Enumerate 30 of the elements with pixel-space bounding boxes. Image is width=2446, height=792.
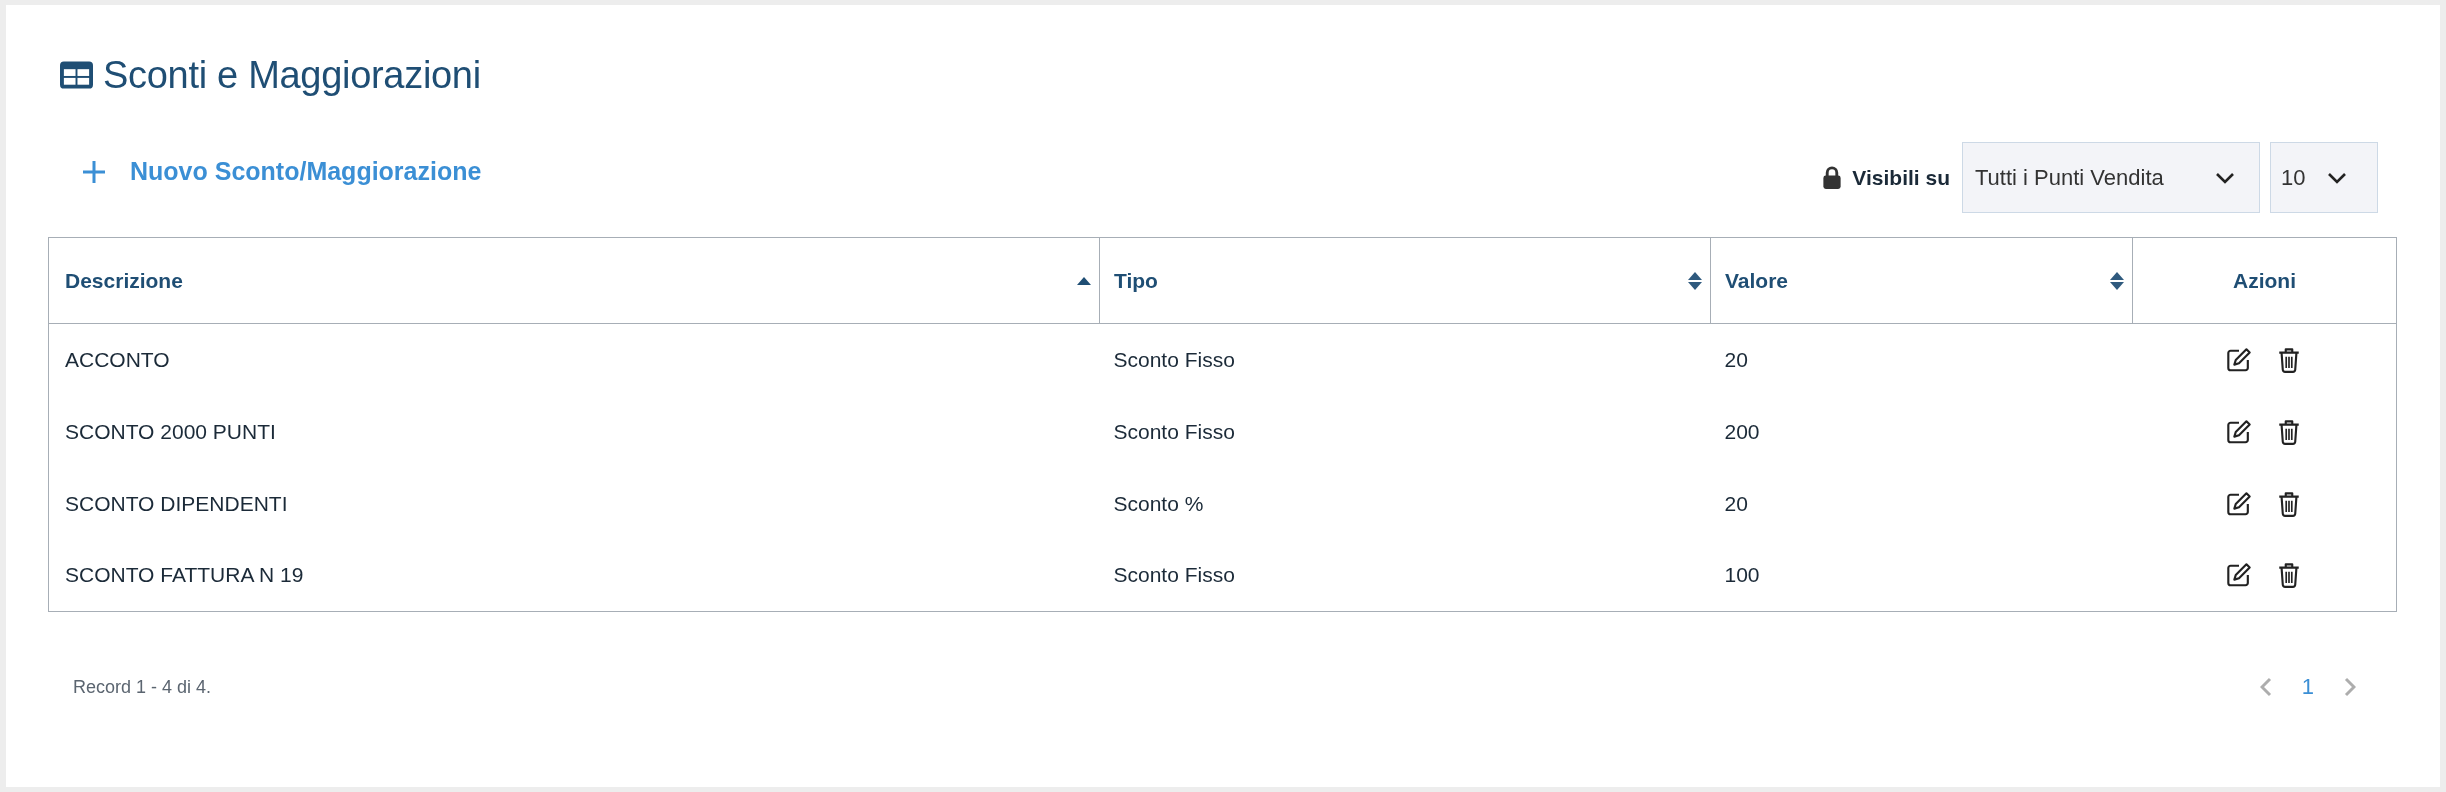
visibility-label: Visibili su xyxy=(1852,165,1950,190)
plus-icon xyxy=(82,159,106,184)
table-cell: SCONTO FATTURA N 19 xyxy=(48,539,1100,612)
column-header: Azioni xyxy=(2132,237,2397,324)
table-icon xyxy=(60,61,93,89)
page-title: Sconti e Maggiorazioni xyxy=(103,53,481,97)
chevron-down-icon xyxy=(2215,171,2235,184)
table-cell: 100 xyxy=(1710,539,2133,612)
table-cell-text: 20 xyxy=(1723,490,1749,517)
chevron-down-icon xyxy=(2327,171,2347,184)
page-size-select[interactable]: 10 xyxy=(2270,142,2378,213)
table-cell-text: Sconto Fisso xyxy=(1112,418,1236,445)
table-cell: Sconto Fisso xyxy=(1099,539,1711,612)
edit-icon[interactable] xyxy=(2226,418,2253,445)
table-cell: ACCONTO xyxy=(48,323,1100,396)
edit-icon[interactable] xyxy=(2226,490,2253,517)
store-select[interactable]: Tutti i Punti Vendita xyxy=(1962,142,2260,213)
edit-icon[interactable] xyxy=(2226,346,2253,373)
table-cell: 20 xyxy=(1710,323,2133,396)
column-header[interactable]: Tipo xyxy=(1099,237,1711,324)
lock-icon xyxy=(1822,166,1843,189)
table-cell: SCONTO 2000 PUNTI xyxy=(48,395,1100,468)
edit-icon[interactable] xyxy=(2226,562,2253,589)
column-header[interactable]: Valore xyxy=(1710,237,2133,324)
table-cell-text: 200 xyxy=(1723,418,1761,445)
record-count: Record 1 - 4 di 4. xyxy=(73,676,212,698)
table-cell: SCONTO DIPENDENTI xyxy=(48,467,1100,540)
column-header[interactable]: Descrizione xyxy=(48,237,1100,324)
table-cell-text: Sconto % xyxy=(1112,490,1205,517)
table-cell: Sconto Fisso xyxy=(1099,323,1711,396)
